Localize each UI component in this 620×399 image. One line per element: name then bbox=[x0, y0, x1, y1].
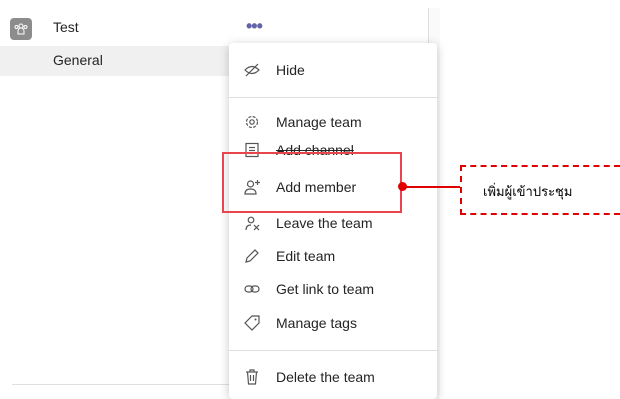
menu-item-label: Manage team bbox=[276, 114, 362, 130]
team-name: Test bbox=[53, 19, 79, 35]
menu-item-get-link[interactable]: Get link to team bbox=[229, 276, 437, 302]
leave-icon bbox=[245, 216, 260, 231]
menu-item-label: Leave the team bbox=[276, 215, 373, 231]
hide-icon bbox=[244, 63, 260, 77]
link-icon bbox=[244, 285, 260, 293]
menu-item-label: Edit team bbox=[276, 248, 336, 264]
pencil-icon bbox=[245, 249, 259, 263]
menu-item-label: Hide bbox=[276, 62, 305, 78]
team-people-icon bbox=[14, 23, 28, 35]
highlight-box bbox=[222, 152, 402, 213]
menu-item-manage-tags[interactable]: Manage tags bbox=[229, 310, 437, 336]
gear-icon bbox=[245, 115, 259, 129]
menu-item-hide[interactable]: Hide bbox=[229, 57, 437, 83]
menu-separator bbox=[229, 97, 437, 98]
callout-dot bbox=[398, 182, 407, 191]
menu-item-manage-team[interactable]: Manage team bbox=[229, 109, 437, 135]
tag-icon bbox=[244, 315, 260, 331]
callout-connector bbox=[403, 186, 460, 188]
menu-item-edit-team[interactable]: Edit team bbox=[229, 243, 437, 269]
team-row-test[interactable]: Test ••• bbox=[0, 8, 428, 46]
menu-item-delete-team[interactable]: Delete the team bbox=[229, 364, 437, 390]
more-options-button[interactable]: ••• bbox=[246, 17, 263, 35]
team-context-menu: Hide Manage team Add channel Add member bbox=[229, 43, 437, 399]
channel-name: General bbox=[53, 52, 103, 68]
menu-item-label: Get link to team bbox=[276, 281, 375, 297]
callout-text: เพิ่มผู้เข้าประชุม bbox=[483, 185, 573, 200]
trash-icon bbox=[246, 369, 258, 385]
menu-item-leave-team[interactable]: Leave the team bbox=[229, 210, 437, 236]
menu-separator bbox=[229, 350, 437, 351]
team-avatar bbox=[10, 18, 32, 40]
menu-item-label: Manage tags bbox=[276, 315, 357, 331]
menu-item-label: Delete the team bbox=[276, 369, 375, 385]
